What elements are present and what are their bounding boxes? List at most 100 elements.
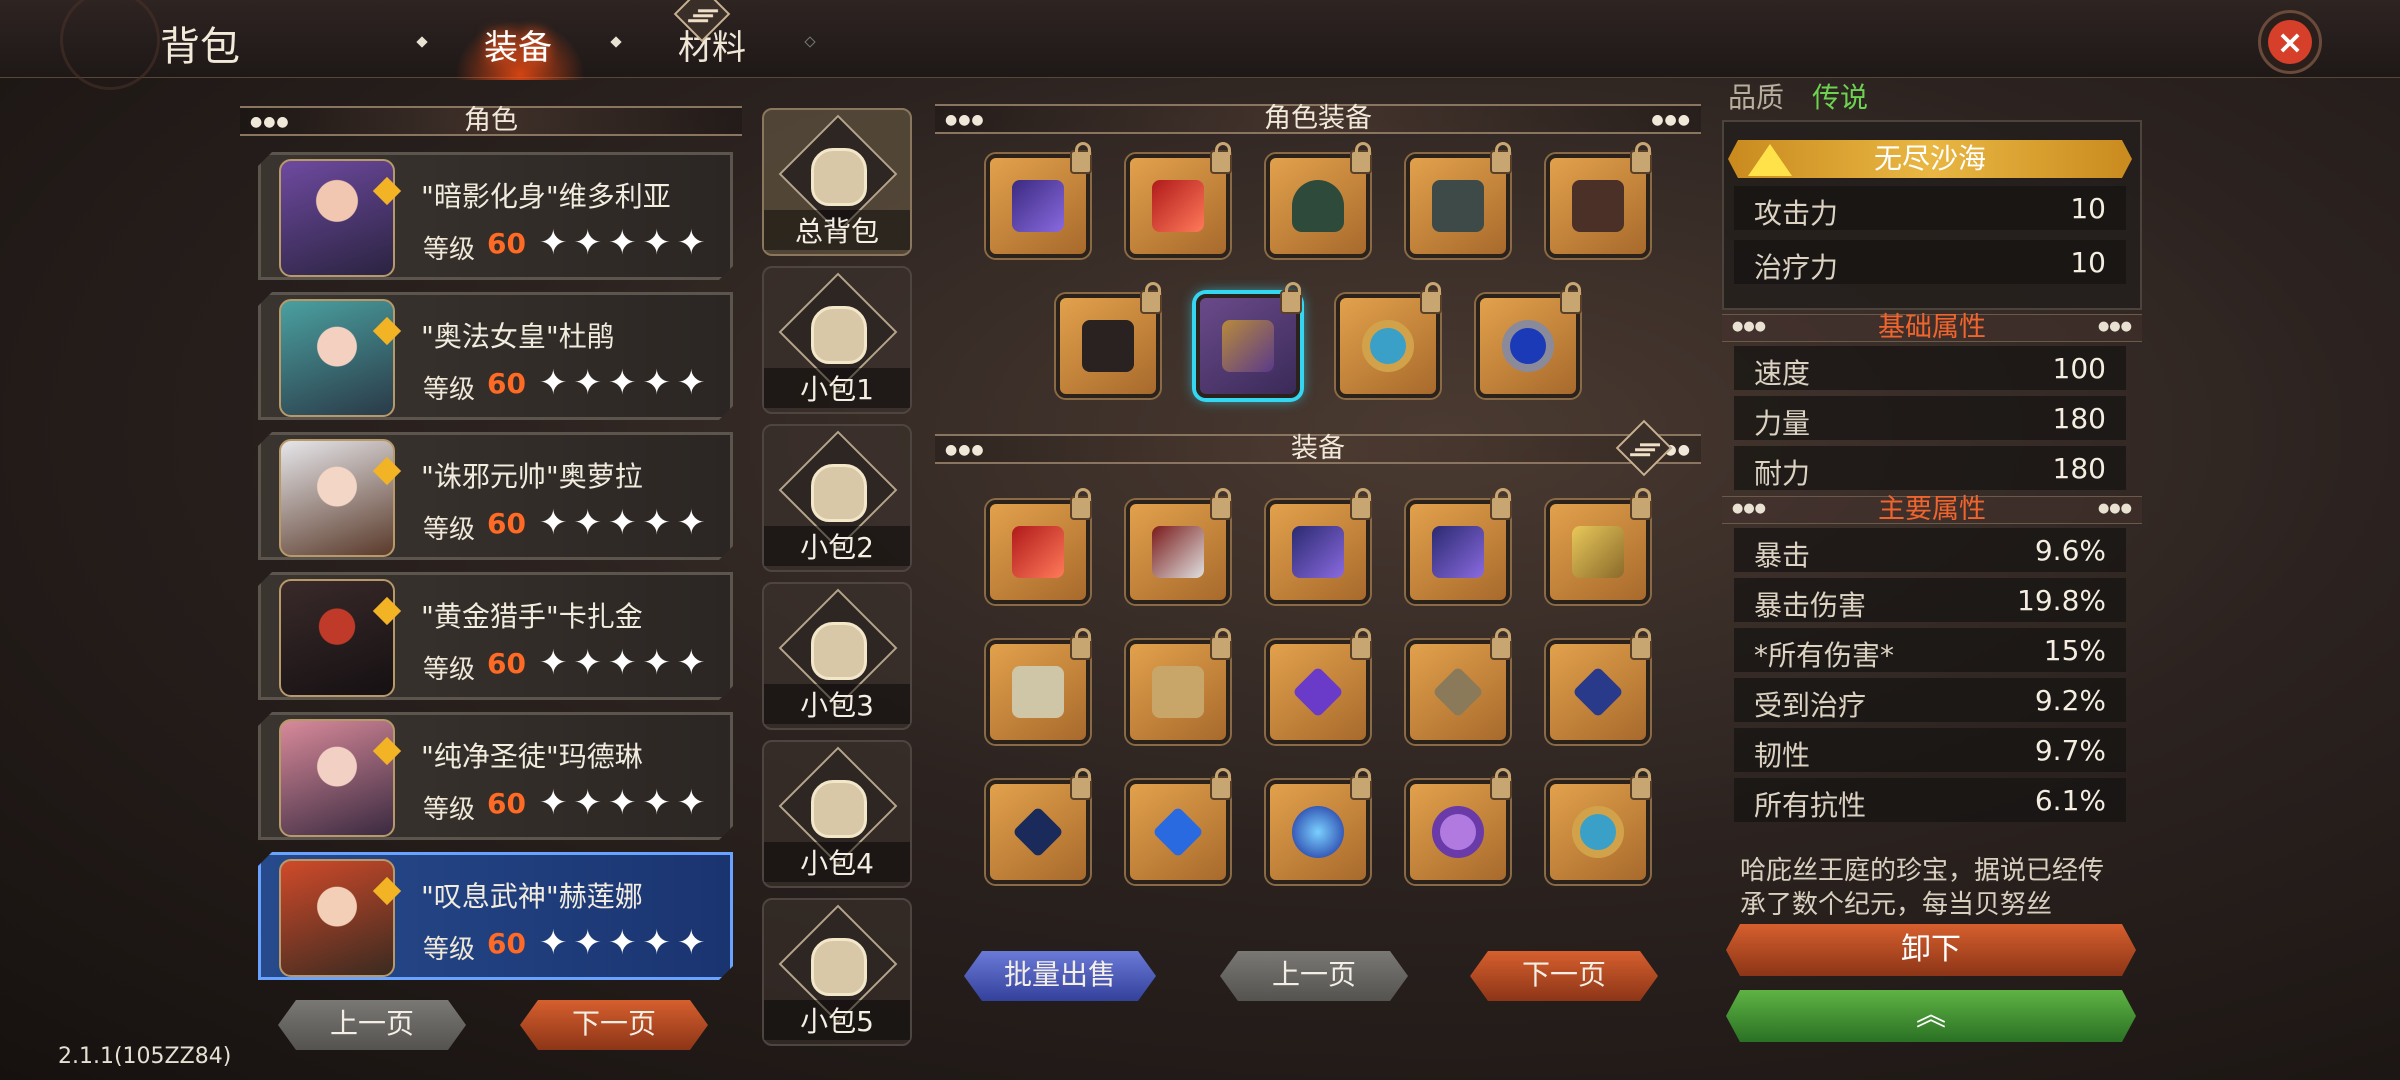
bag-icon	[811, 622, 867, 680]
equipment-slot[interactable]	[1266, 768, 1372, 884]
roles-next-page-button[interactable]: 下一页	[520, 1000, 708, 1050]
equipped-slot[interactable]	[986, 142, 1092, 258]
dark-necklace-icon	[1012, 806, 1064, 858]
set-name: 无尽沙海	[1873, 142, 1986, 175]
bag-5[interactable]: 小包5	[762, 898, 912, 1046]
dots-icon: ●●●	[1651, 112, 1691, 128]
bag-label: 总背包	[764, 210, 910, 250]
avatar	[279, 859, 395, 977]
role-card-selected[interactable]: "叹息武神"赫莲娜 等级 60 ✦✦✦✦✦	[258, 852, 733, 980]
gauntlets-icon	[1572, 180, 1624, 232]
role-name: "奥法女皇"杜鹃	[421, 320, 615, 353]
close-button[interactable]: ×	[2258, 10, 2322, 74]
equipment-slot[interactable]	[1546, 488, 1652, 604]
equipped-slot[interactable]	[1056, 282, 1162, 398]
bag-3[interactable]: 小包3	[762, 582, 912, 730]
equipment-slot[interactable]	[1266, 628, 1372, 744]
lock-icon	[1490, 488, 1512, 520]
stat-row: 所有抗性 6.1%	[1734, 778, 2126, 822]
chevron-up-icon: ︽	[1916, 998, 1946, 1033]
equipment-slot[interactable]	[1126, 488, 1232, 604]
lock-icon	[1210, 142, 1232, 174]
tab-divider-icon	[610, 36, 622, 48]
equipped-slot-selected[interactable]	[1196, 282, 1302, 398]
lock-icon	[1210, 488, 1232, 520]
equipped-slot[interactable]	[1476, 282, 1582, 398]
star-rating: ✦✦✦✦✦	[539, 643, 712, 683]
equipped-slot[interactable]	[1546, 142, 1652, 258]
bag-icon	[811, 306, 867, 364]
role-card[interactable]: "暗影化身"维多利亚 等级 60 ✦✦✦✦✦	[258, 152, 733, 280]
lock-icon	[1070, 142, 1092, 174]
lock-icon	[1210, 768, 1232, 800]
bag-label: 小包4	[764, 842, 910, 882]
bag-4[interactable]: 小包4	[762, 740, 912, 888]
role-name: "暗影化身"维多利亚	[421, 180, 671, 213]
lock-icon	[1560, 282, 1582, 314]
stat-value: 15%	[2043, 634, 2106, 667]
tab-equipment[interactable]: 装备	[484, 20, 552, 69]
star-rating: ✦✦✦✦✦	[539, 363, 712, 403]
equipment-slot[interactable]	[986, 628, 1092, 744]
main-attributes-header: ●●● 主要属性 ●●●	[1722, 496, 2142, 524]
role-card[interactable]: "纯净圣徒"玛德琳 等级 60 ✦✦✦✦✦	[258, 712, 733, 840]
bag-all[interactable]: 总背包	[762, 108, 912, 256]
level-label: 等级	[423, 935, 476, 965]
lock-icon	[1490, 142, 1512, 174]
equipment-slot[interactable]	[1406, 488, 1512, 604]
bag-1[interactable]: 小包1	[762, 266, 912, 414]
role-equipment-header: ●●● 角色装备 ●●●	[935, 104, 1701, 134]
equipped-slot[interactable]	[1406, 142, 1512, 258]
stat-row: 暴击 9.6%	[1734, 528, 2126, 572]
equipment-slot[interactable]	[1546, 628, 1652, 744]
lock-icon	[1210, 628, 1232, 660]
star-rating: ✦✦✦✦✦	[539, 503, 712, 543]
stat-label: 所有抗性	[1754, 789, 1867, 822]
role-card[interactable]: "诛邪元帅"奥萝拉 等级 60 ✦✦✦✦✦	[258, 432, 733, 560]
equipment-slot[interactable]	[1406, 628, 1512, 744]
level-label: 等级	[423, 655, 476, 685]
roles-heading: 角色	[464, 105, 518, 136]
stat-row: 治疗力 10	[1734, 240, 2126, 284]
boots-icon	[1082, 320, 1134, 372]
avatar	[279, 719, 395, 837]
star-rating: ✦✦✦✦✦	[539, 923, 712, 963]
stat-value: 9.2%	[2034, 684, 2106, 717]
equipment-prev-page-button[interactable]: 上一页	[1220, 951, 1408, 1001]
blue-gem-icon	[1292, 806, 1344, 858]
upgrade-button[interactable]: ︽	[1726, 990, 2136, 1042]
unequip-button[interactable]: 卸下	[1726, 924, 2136, 976]
equipped-slot[interactable]	[1126, 142, 1232, 258]
bulk-sell-button[interactable]: 批量出售	[964, 951, 1156, 1001]
equipment-slot[interactable]	[1546, 768, 1652, 884]
base-attributes-heading: 基础属性	[1878, 312, 1986, 343]
roles-prev-page-button[interactable]: 上一页	[278, 1000, 466, 1050]
lock-icon	[1630, 488, 1652, 520]
equipment-slot[interactable]	[1406, 768, 1512, 884]
stat-value: 180	[2052, 402, 2106, 435]
equipment-next-page-button[interactable]: 下一页	[1470, 951, 1658, 1001]
equipment-slot[interactable]	[986, 768, 1092, 884]
sort-equipment-button[interactable]	[1615, 419, 1673, 477]
role-name: "黄金猎手"卡扎金	[421, 600, 643, 633]
role-card[interactable]: "黄金猎手"卡扎金 等级 60 ✦✦✦✦✦	[258, 572, 733, 700]
equipped-slot[interactable]	[1336, 282, 1442, 398]
role-card[interactable]: "奥法女皇"杜鹃 等级 60 ✦✦✦✦✦	[258, 292, 733, 420]
lock-icon	[1350, 488, 1372, 520]
bag-icon	[811, 464, 867, 522]
equipment-slot[interactable]	[1266, 488, 1372, 604]
level-value: 60	[487, 927, 526, 960]
star-rating: ✦✦✦✦✦	[539, 223, 712, 263]
stat-value: 9.6%	[2034, 534, 2106, 567]
equipped-slot[interactable]	[1266, 142, 1372, 258]
tab-divider-icon	[416, 36, 428, 48]
gold-helmet-icon	[1572, 526, 1624, 578]
equipment-slot[interactable]	[1126, 768, 1232, 884]
role-name: "叹息武神"赫莲娜	[421, 880, 643, 913]
equipment-slot[interactable]	[986, 488, 1092, 604]
bag-2[interactable]: 小包2	[762, 424, 912, 572]
stat-label: *所有伤害*	[1754, 639, 1895, 672]
sapphire-ring-icon	[1502, 320, 1554, 372]
equipment-slot[interactable]	[1126, 628, 1232, 744]
level-value: 60	[487, 227, 526, 260]
